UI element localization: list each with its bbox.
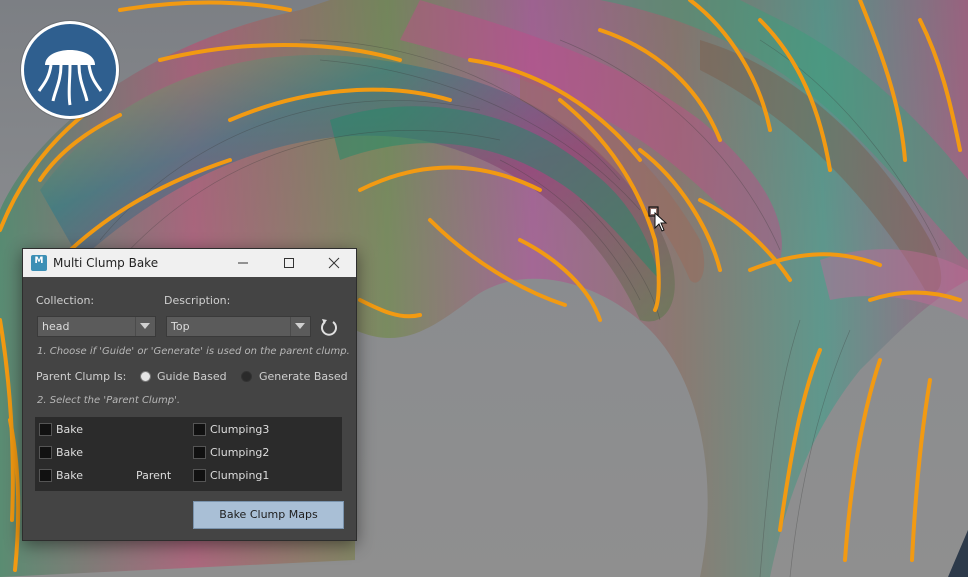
minimize-button[interactable]: [220, 249, 266, 277]
bake-label: Bake: [56, 446, 84, 459]
description-label: Description:: [164, 294, 231, 307]
collection-dropdown[interactable]: head: [37, 316, 156, 337]
clump-name: Clumping2: [210, 446, 270, 459]
maximize-icon: [284, 258, 294, 268]
window-title: Multi Clump Bake: [53, 256, 159, 270]
refresh-icon: [321, 319, 337, 336]
generate-based-radio[interactable]: [241, 371, 252, 382]
bake-clump-maps-button[interactable]: Bake Clump Maps: [193, 501, 344, 529]
collection-value: head: [42, 320, 70, 333]
clump-list: Bake Clumping3 Bake Clumping2 Bake Paren…: [35, 417, 342, 491]
generate-based-label[interactable]: Generate Based: [259, 370, 348, 383]
bake-label: Bake: [56, 423, 84, 436]
description-value: Top: [171, 320, 190, 333]
minimize-icon: [238, 262, 248, 264]
description-dropdown[interactable]: Top: [166, 316, 311, 337]
bake-checkbox-clumping3[interactable]: [39, 423, 52, 436]
jellyfish-logo-icon: [21, 21, 119, 119]
close-icon: [328, 257, 340, 269]
title-bar[interactable]: M Multi Clump Bake: [23, 249, 356, 277]
refresh-button[interactable]: [319, 317, 339, 337]
multi-clump-bake-window: M Multi Clump Bake Collection: Descripti…: [22, 248, 357, 541]
parent-checkbox-clumping3[interactable]: [193, 423, 206, 436]
guide-based-label[interactable]: Guide Based: [157, 370, 227, 383]
chevron-down-icon: [295, 323, 305, 329]
close-button[interactable]: [311, 249, 357, 277]
parent-clump-label: Parent Clump Is:: [36, 370, 127, 383]
app-icon-letter: M: [34, 256, 44, 266]
guide-based-radio[interactable]: [140, 371, 151, 382]
maya-app-icon: M: [31, 255, 47, 271]
clump-name: Clumping3: [210, 423, 270, 436]
arrow-cursor-icon: [648, 206, 670, 232]
parent-checkbox-clumping2[interactable]: [193, 446, 206, 459]
collection-dropdown-arrow[interactable]: [135, 317, 155, 336]
step2-hint: 2. Select the 'Parent Clump'.: [37, 395, 181, 406]
maximize-button[interactable]: [266, 249, 312, 277]
clump-name: Clumping1: [210, 469, 270, 482]
step1-hint: 1. Choose if 'Guide' or 'Generate' is us…: [37, 346, 350, 357]
parent-label: Parent: [136, 469, 172, 482]
bake-checkbox-clumping1[interactable]: [39, 469, 52, 482]
chevron-down-icon: [140, 323, 150, 329]
bake-label: Bake: [56, 469, 84, 482]
collection-label: Collection:: [36, 294, 95, 307]
parent-checkbox-clumping1[interactable]: [193, 469, 206, 482]
description-dropdown-arrow[interactable]: [290, 317, 310, 336]
bake-checkbox-clumping2[interactable]: [39, 446, 52, 459]
